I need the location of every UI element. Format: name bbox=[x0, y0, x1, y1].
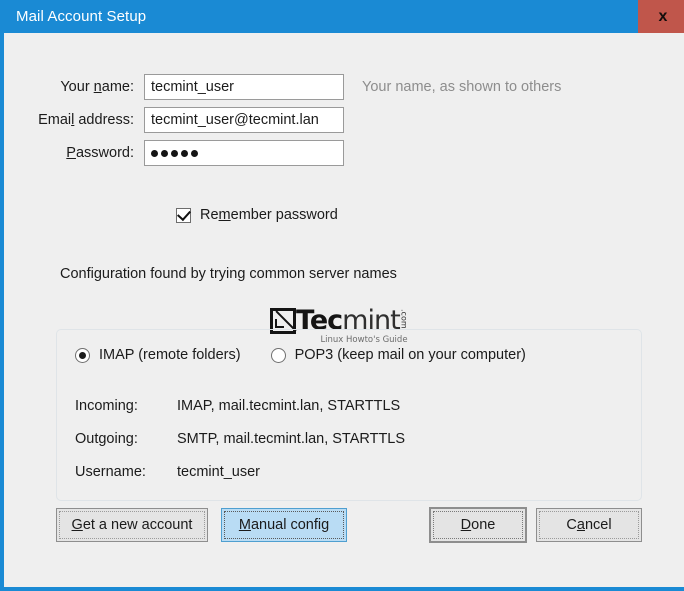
window-title: Mail Account Setup bbox=[16, 8, 146, 25]
email-address-label: Email address: bbox=[8, 112, 144, 128]
close-icon[interactable]: x bbox=[638, 0, 684, 33]
username-value: tecmint_user bbox=[177, 464, 260, 480]
detail-row-incoming: Incoming: IMAP, mail.tecmint.lan, STARTT… bbox=[75, 398, 400, 414]
your-name-input[interactable] bbox=[144, 74, 344, 100]
remember-password-checkbox[interactable]: Remember password bbox=[176, 207, 338, 223]
radio-unselected-icon bbox=[271, 348, 286, 363]
configuration-heading: Configuration found by trying common ser… bbox=[60, 266, 397, 282]
outgoing-label: Outgoing: bbox=[75, 431, 177, 447]
done-button[interactable]: Done bbox=[430, 508, 526, 542]
password-input[interactable] bbox=[144, 140, 344, 166]
dialog-client-area: Your name: Your name, as shown to others… bbox=[8, 33, 684, 587]
protocol-radio-group: IMAP (remote folders) POP3 (keep mail on… bbox=[75, 347, 526, 363]
watermark-tld: .com bbox=[400, 309, 408, 329]
checkbox-checked-icon bbox=[176, 208, 191, 223]
configuration-panel: IMAP (remote folders) POP3 (keep mail on… bbox=[56, 329, 642, 501]
email-address-input[interactable] bbox=[144, 107, 344, 133]
field-row-email-address: Email address: bbox=[8, 107, 648, 133]
password-masked-value bbox=[151, 150, 198, 157]
get-a-new-account-button[interactable]: Get a new account bbox=[56, 508, 208, 542]
your-name-hint: Your name, as shown to others bbox=[362, 79, 561, 95]
radio-option-imap[interactable]: IMAP (remote folders) bbox=[75, 347, 241, 363]
radio-option-pop3[interactable]: POP3 (keep mail on your computer) bbox=[271, 347, 526, 363]
outgoing-value: SMTP, mail.tecmint.lan, STARTTLS bbox=[177, 431, 405, 447]
detail-row-username: Username: tecmint_user bbox=[75, 464, 260, 480]
password-label: Password: bbox=[8, 145, 144, 161]
radio-option-pop3-label: POP3 (keep mail on your computer) bbox=[295, 347, 526, 363]
radio-option-imap-label: IMAP (remote folders) bbox=[99, 347, 241, 363]
field-row-your-name: Your name: Your name, as shown to others bbox=[8, 74, 648, 100]
cancel-button[interactable]: Cancel bbox=[536, 508, 642, 542]
field-row-password: Password: bbox=[8, 140, 648, 166]
username-label: Username: bbox=[75, 464, 177, 480]
your-name-label: Your name: bbox=[8, 79, 144, 95]
radio-selected-icon bbox=[75, 348, 90, 363]
remember-password-label: Remember password bbox=[200, 207, 338, 223]
detail-row-outgoing: Outgoing: SMTP, mail.tecmint.lan, STARTT… bbox=[75, 431, 405, 447]
mail-account-setup-window: Mail Account Setup x Your name: Your nam… bbox=[0, 0, 684, 591]
window-titlebar: Mail Account Setup x bbox=[4, 0, 684, 33]
incoming-label: Incoming: bbox=[75, 398, 177, 414]
manual-config-button[interactable]: Manual config bbox=[221, 508, 347, 542]
incoming-value: IMAP, mail.tecmint.lan, STARTTLS bbox=[177, 398, 400, 414]
